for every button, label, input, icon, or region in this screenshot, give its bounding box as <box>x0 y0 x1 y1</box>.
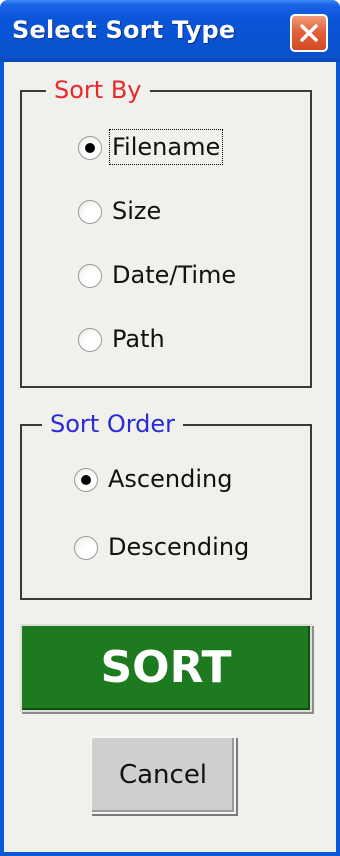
dialog-client-area: Sort By Filename Size Date/Time Path Sor… <box>4 62 336 852</box>
radio-circle <box>78 200 102 224</box>
radio-descending[interactable]: Descending <box>74 530 294 566</box>
title-bar[interactable]: Select Sort Type <box>0 0 340 62</box>
sort-order-group: Sort Order Ascending Descending <box>20 409 312 600</box>
radio-label-size: Size <box>112 197 162 225</box>
radio-label-descending: Descending <box>108 533 250 561</box>
sort-by-legend: Sort By <box>46 75 150 105</box>
radio-label-filename: Filename <box>108 129 224 165</box>
radio-label-path: Path <box>112 325 165 353</box>
radio-selected-dot <box>85 143 95 153</box>
radio-path[interactable]: Path <box>78 322 258 358</box>
radio-size[interactable]: Size <box>78 194 258 230</box>
sort-dialog-window: Select Sort Type Sort By Filename Size D… <box>0 0 340 856</box>
radio-label-ascending: Ascending <box>108 465 233 493</box>
close-button[interactable] <box>290 14 328 52</box>
window-title: Select Sort Type <box>12 16 236 44</box>
radio-date-time[interactable]: Date/Time <box>78 258 268 294</box>
radio-circle <box>78 136 102 160</box>
radio-circle <box>74 536 98 560</box>
radio-selected-dot <box>81 475 91 485</box>
radio-circle <box>78 328 102 352</box>
radio-circle <box>74 468 98 492</box>
radio-ascending[interactable]: Ascending <box>74 462 274 498</box>
close-x-icon <box>300 24 318 42</box>
sort-button[interactable]: SORT <box>20 624 312 712</box>
sort-order-legend: Sort Order <box>42 409 184 439</box>
sort-by-group: Sort By Filename Size Date/Time Path <box>20 75 312 388</box>
radio-label-date-time: Date/Time <box>112 261 237 289</box>
radio-filename[interactable]: Filename <box>78 129 258 166</box>
cancel-button[interactable]: Cancel <box>90 736 236 814</box>
radio-circle <box>78 264 102 288</box>
